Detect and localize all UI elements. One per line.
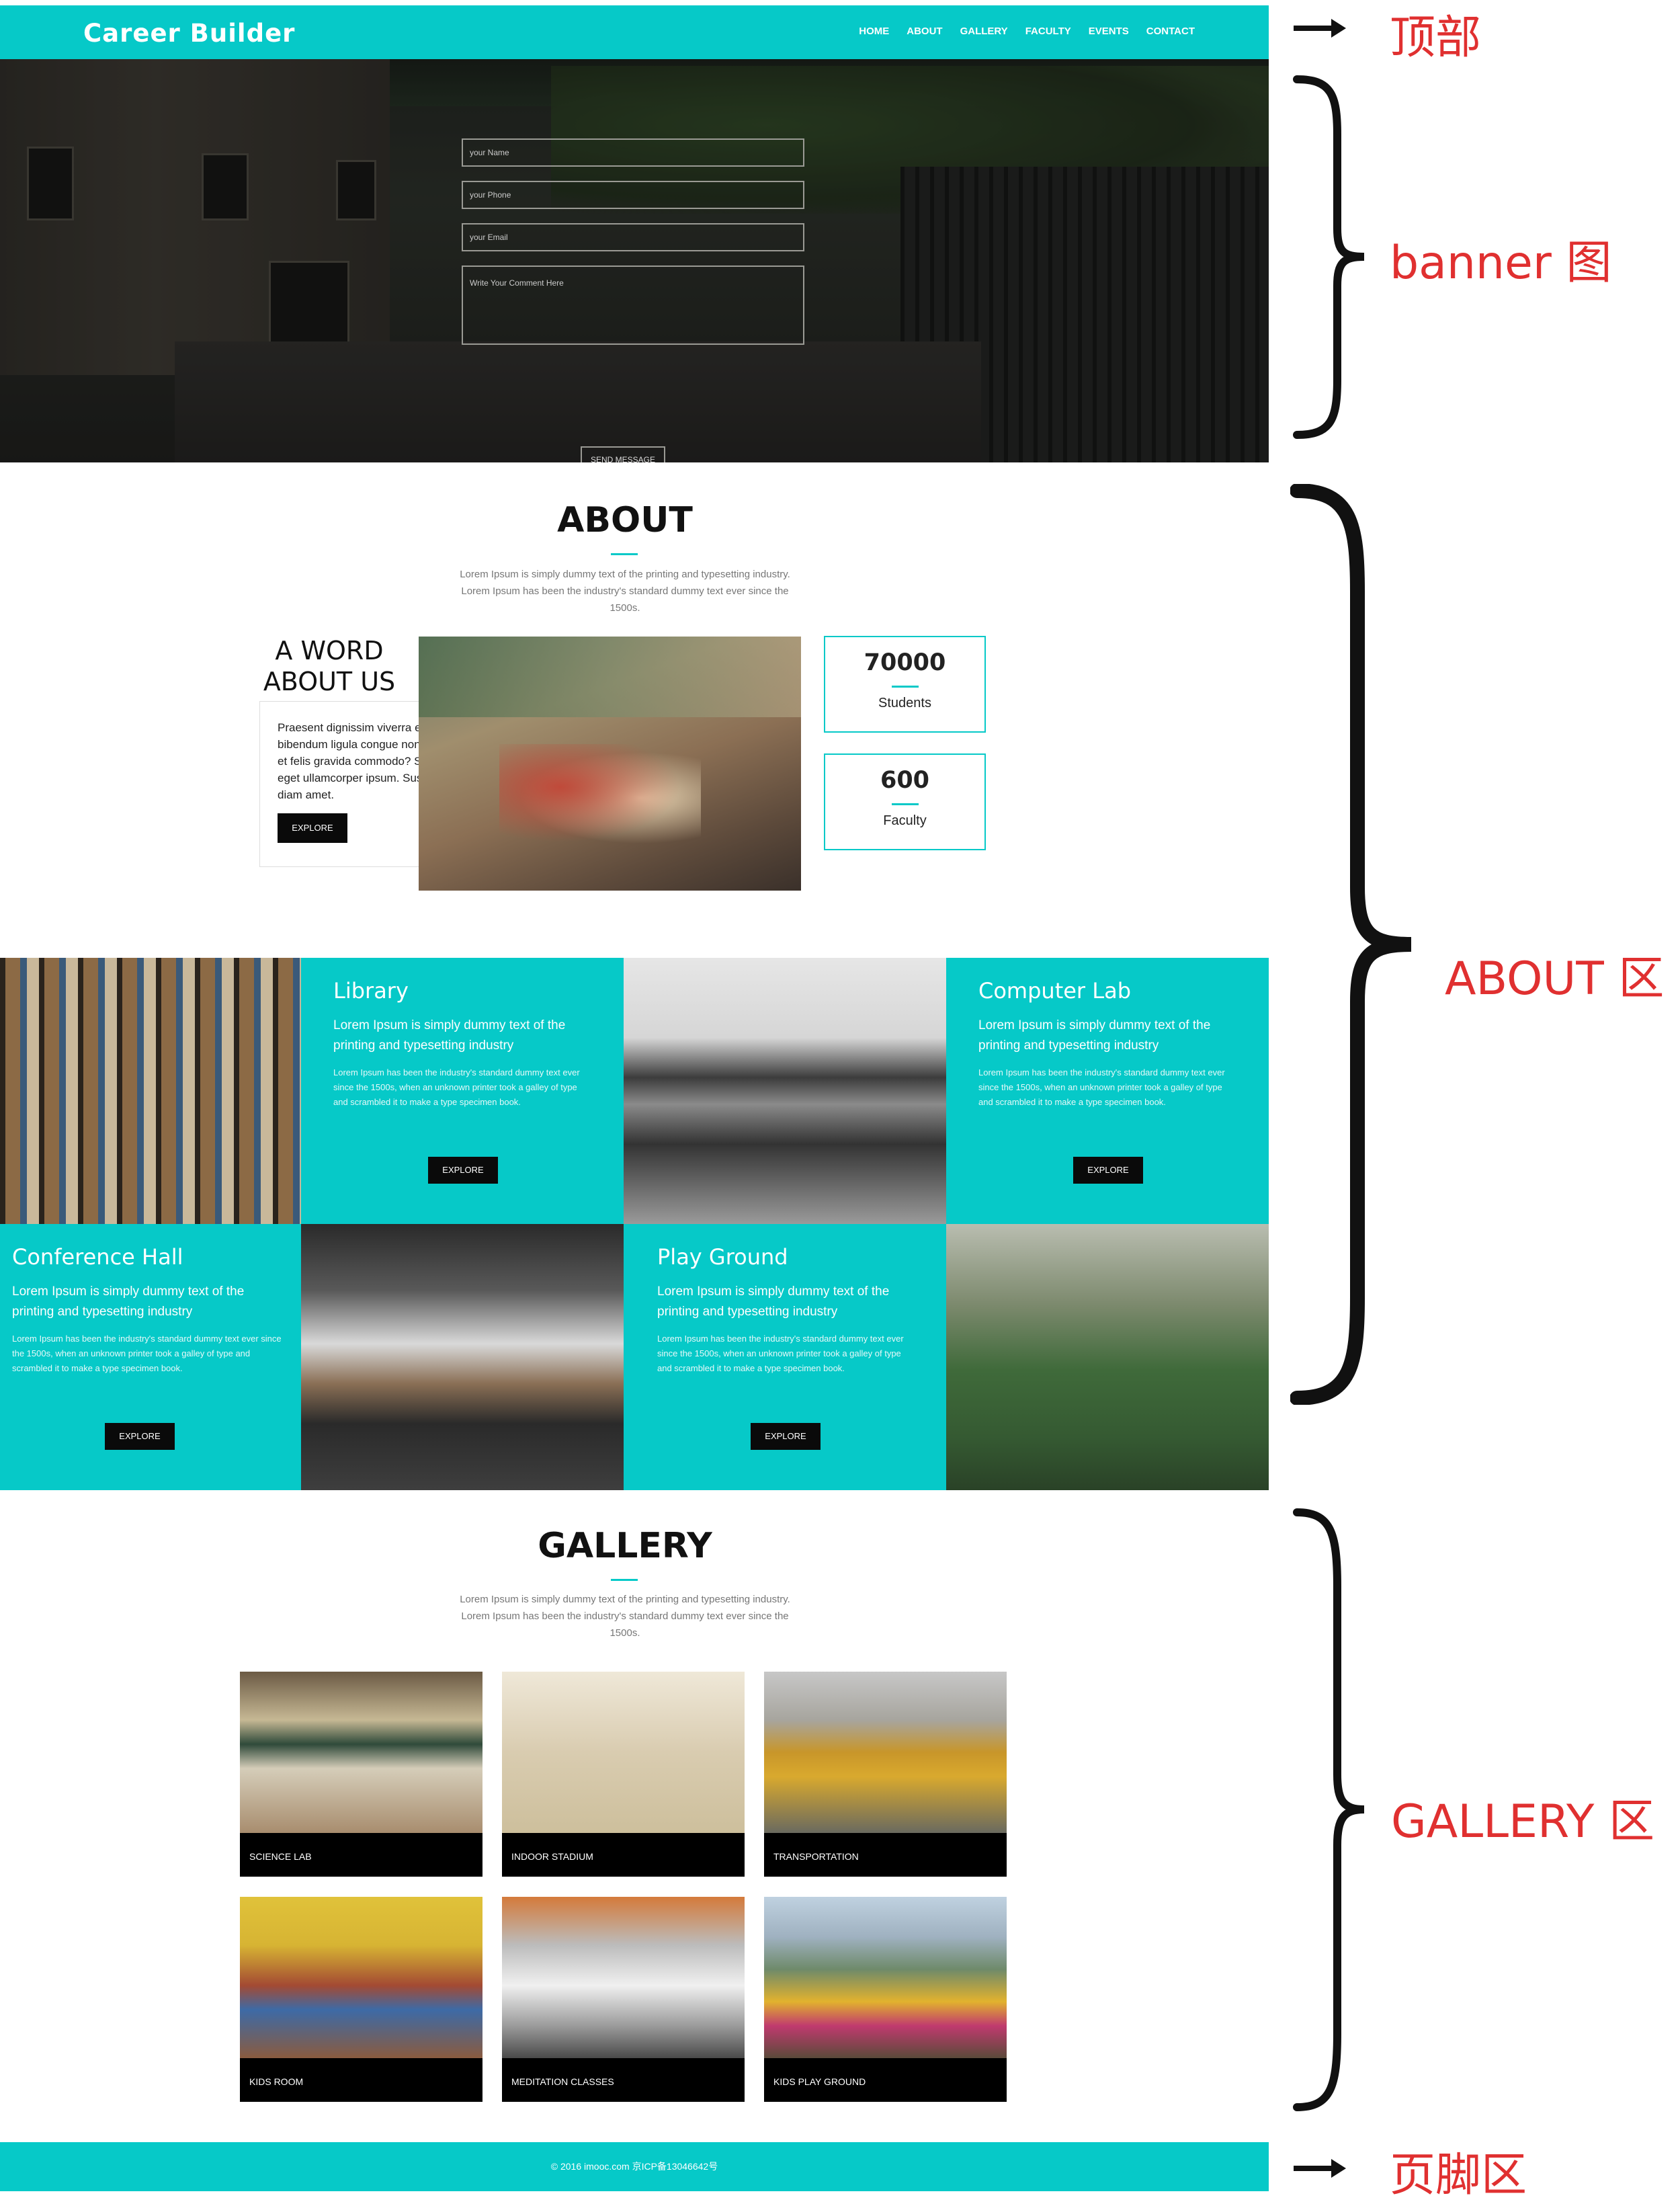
- computer-lab-card: Computer Lab Lorem Ipsum is simply dummy…: [946, 958, 1269, 1224]
- comment-field[interactable]: Write Your Comment Here: [462, 266, 804, 345]
- classroom-photo: [419, 637, 801, 891]
- annotation-top: 顶部: [1390, 11, 1482, 65]
- stat-divider: [891, 686, 919, 688]
- play-ground-lead: Lorem Ipsum is simply dummy text of the …: [657, 1284, 890, 1319]
- kids-room-photo: [240, 1897, 482, 2058]
- conference-hall-title: Conference Hall: [12, 1244, 183, 1270]
- phone-field[interactable]: your Phone: [462, 181, 804, 209]
- annotation-banner: banner 图: [1390, 237, 1612, 290]
- gallery-brace-icon: [1293, 1508, 1365, 2111]
- gallery-description: Lorem Ipsum is simply dummy text of the …: [460, 1594, 790, 1639]
- nav-contact[interactable]: CONTACT: [1146, 26, 1195, 37]
- footer-arrow-icon: [1294, 2159, 1346, 2178]
- gallery-item-kids-play-ground[interactable]: KIDS PLAY GROUND: [764, 1897, 1007, 2102]
- nav-about[interactable]: ABOUT: [907, 26, 942, 37]
- site-footer: © 2016 imooc.com 京ICP备13046642号: [0, 2142, 1269, 2191]
- nav-gallery[interactable]: GALLERY: [960, 26, 1008, 37]
- library-card: Library Lorem Ipsum is simply dummy text…: [301, 958, 624, 1224]
- gallery-title-underline: [611, 1579, 638, 1581]
- word-about-us-heading: A WORD ABOUT US: [263, 636, 396, 696]
- stat-faculty: 600 Faculty: [824, 753, 986, 850]
- meditation-classes-photo: [502, 1897, 745, 2058]
- gallery-item-kids-room[interactable]: KIDS ROOM: [240, 1897, 482, 2102]
- play-ground-photo: [946, 1224, 1269, 1490]
- stat-faculty-value: 600: [880, 767, 930, 794]
- conference-hall-photo: [301, 1224, 624, 1490]
- library-title: Library: [333, 978, 409, 1004]
- gallery-item-indoor-stadium[interactable]: INDOOR STADIUM: [502, 1672, 745, 1877]
- conference-hall-lead: Lorem Ipsum is simply dummy text of the …: [12, 1284, 245, 1319]
- library-explore-button[interactable]: EXPLORE: [428, 1157, 498, 1184]
- play-ground-explore-button[interactable]: EXPLORE: [751, 1423, 821, 1450]
- about-brace-icon: [1290, 484, 1412, 1405]
- gallery-caption: KIDS ROOM: [249, 2076, 304, 2087]
- photo-shelves: [419, 637, 801, 717]
- annotation-footer: 页脚区: [1390, 2149, 1527, 2202]
- facilities-grid: Library Lorem Ipsum is simply dummy text…: [0, 958, 1269, 1492]
- footer-copyright: © 2016 imooc.com 京ICP备13046642号: [550, 2161, 718, 2172]
- gallery-item-transportation[interactable]: TRANSPORTATION: [764, 1672, 1007, 1877]
- library-body: Lorem Ipsum has been the industry's stan…: [333, 1067, 580, 1107]
- gallery-item-science-lab[interactable]: SCIENCE LAB: [240, 1672, 482, 1877]
- annotation-gallery: GALLERY 区: [1391, 1795, 1654, 1848]
- stat-students: 70000 Students: [824, 636, 986, 733]
- transportation-photo: [764, 1672, 1007, 1833]
- stat-students-value: 70000: [864, 649, 946, 676]
- computer-lab-lead: Lorem Ipsum is simply dummy text of the …: [978, 1018, 1211, 1053]
- top-arrow-icon: [1294, 19, 1346, 38]
- site-logo[interactable]: Career Builder: [83, 19, 295, 48]
- annotation-about: ABOUT 区: [1445, 952, 1665, 1006]
- computer-lab-photo: [624, 958, 946, 1224]
- main-nav: HOME ABOUT GALLERY FACULTY EVENTS CONTAC…: [859, 26, 1195, 37]
- library-photo: [0, 958, 301, 1224]
- play-ground-body: Lorem Ipsum has been the industry's stan…: [657, 1334, 904, 1373]
- contact-form: your Name your Phone your Email Write Yo…: [462, 138, 804, 462]
- gallery-caption: SCIENCE LAB: [249, 1851, 312, 1862]
- science-lab-photo: [240, 1672, 482, 1833]
- gallery-title: GALLERY: [538, 1526, 712, 1566]
- nav-home[interactable]: HOME: [859, 26, 889, 37]
- computer-lab-body: Lorem Ipsum has been the industry's stan…: [978, 1067, 1225, 1107]
- gallery-caption: TRANSPORTATION: [773, 1851, 859, 1862]
- about-description: Lorem Ipsum is simply dummy text of the …: [460, 569, 790, 614]
- conference-hall-explore-button[interactable]: EXPLORE: [105, 1423, 175, 1450]
- gallery-caption: MEDITATION CLASSES: [511, 2076, 614, 2087]
- email-field[interactable]: your Email: [462, 223, 804, 251]
- play-ground-card: Play Ground Lorem Ipsum is simply dummy …: [624, 1224, 946, 1490]
- conference-hall-body: Lorem Ipsum has been the industry's stan…: [12, 1334, 282, 1373]
- hero-banner: your Name your Phone your Email Write Yo…: [0, 59, 1269, 462]
- explore-button-about[interactable]: EXPLORE: [278, 813, 347, 843]
- library-lead: Lorem Ipsum is simply dummy text of the …: [333, 1018, 566, 1053]
- nav-faculty[interactable]: FACULTY: [1025, 26, 1071, 37]
- kids-play-ground-photo: [764, 1897, 1007, 2058]
- computer-lab-explore-button[interactable]: EXPLORE: [1073, 1157, 1143, 1184]
- about-title: ABOUT: [557, 500, 693, 540]
- computer-lab-title: Computer Lab: [978, 978, 1131, 1004]
- play-ground-title: Play Ground: [657, 1244, 788, 1270]
- stat-divider: [891, 803, 919, 805]
- banner-brace-icon: [1293, 75, 1365, 439]
- top-navbar: Career Builder HOME ABOUT GALLERY FACULT…: [0, 5, 1269, 59]
- send-message-button[interactable]: SEND MESSAGE: [581, 446, 665, 462]
- photo-students: [499, 744, 701, 852]
- name-field[interactable]: your Name: [462, 138, 804, 167]
- gallery-caption: KIDS PLAY GROUND: [773, 2076, 866, 2087]
- indoor-stadium-photo: [502, 1672, 745, 1833]
- about-title-underline: [611, 553, 638, 555]
- nav-events[interactable]: EVENTS: [1089, 26, 1129, 37]
- page: Career Builder HOME ABOUT GALLERY FACULT…: [0, 0, 1269, 2191]
- gallery-caption: INDOOR STADIUM: [511, 1851, 593, 1862]
- gallery-item-meditation-classes[interactable]: MEDITATION CLASSES: [502, 1897, 745, 2102]
- stat-students-label: Students: [878, 696, 931, 710]
- conference-hall-card: Conference Hall Lorem Ipsum is simply du…: [0, 1224, 301, 1490]
- stat-faculty-label: Faculty: [883, 813, 927, 828]
